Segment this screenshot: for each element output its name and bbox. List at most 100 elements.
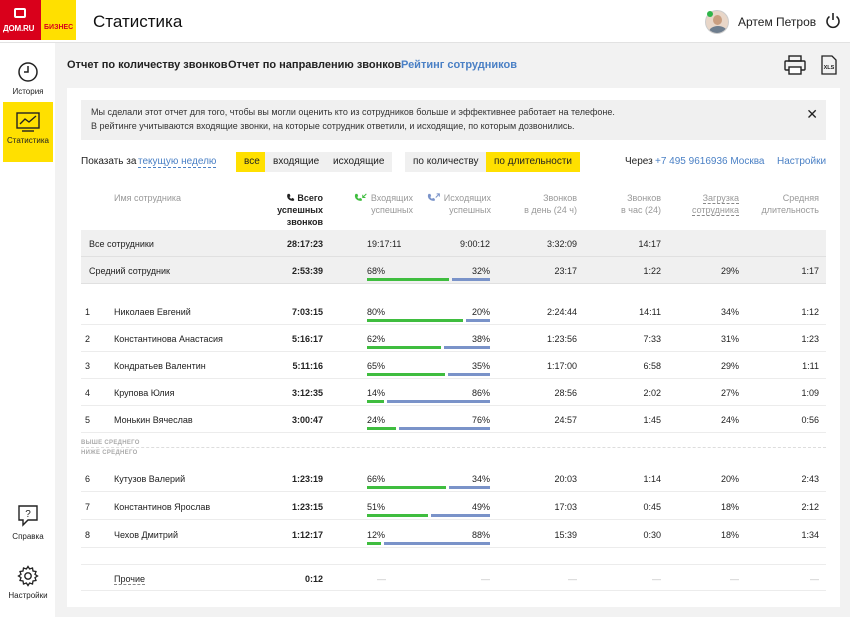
settings-link[interactable]: Настройки [777,156,826,167]
outgoing-bar [387,400,490,403]
header-load[interactable]: Загрузка сотрудника [671,192,739,216]
outgoing-bar [448,373,490,376]
avg-duration: 1:17 [801,266,819,276]
load-percent: 20% [720,474,739,484]
filter-bar: Показать за текущую неделю все входящие … [81,152,826,172]
header-outgoing[interactable]: Исходящих успешных [419,192,491,216]
incoming-bar [367,427,396,430]
printer-icon[interactable] [784,55,806,75]
avg-duration: 1:09 [801,388,819,398]
header-avg[interactable]: Средняя длительность [745,192,820,216]
tab-calls-direction[interactable]: Отчет по направлению звонков [228,59,401,71]
header-per-day[interactable]: Звонков в день (24 ч) [501,192,577,216]
outgoing-percent: 34% [471,474,490,484]
filter-all-button[interactable]: все [236,152,268,172]
table-row[interactable]: 5 Монькин Вячеслав 3:00:47 24% 76% 24:57 1:45 2… [81,406,826,433]
employee-name[interactable]: Кутузов Валерий [114,474,185,484]
summary-row-all[interactable]: Все сотрудники 28:17:23 19:17:11 9:00:12 3:3… [81,230,826,257]
total-duration: 1:12:17 [291,530,323,540]
header-per-day-line1: Звонков [543,193,577,203]
filter-outgoing-button[interactable]: исходящие [325,152,393,172]
summary-row-average[interactable]: Средний сотрудник 2:53:39 68% 32% 23:17 1:22 2… [81,257,826,284]
calls-per-day: 24:57 [554,415,577,425]
calls-per-day: 3:32:09 [546,239,577,249]
summary-name: Средний сотрудник [89,266,170,276]
other-link[interactable]: Прочие [114,574,146,585]
phone-icon [286,193,294,201]
rank: 1 [85,307,91,317]
close-icon[interactable]: ✕ [806,107,818,121]
filter-incoming-button[interactable]: входящие [265,152,328,172]
sidebar-item-statistics[interactable]: Статистика [3,102,53,162]
outgoing-duration: 9:00:12 [459,239,490,249]
company-logo[interactable]: ДОМ.RU БИЗНЕС [0,0,76,40]
outgoing-percent: 32% [471,266,490,276]
avatar-head [713,15,722,25]
calls-per-hour: 0:30 [643,530,661,540]
load-percent: 24% [720,415,739,425]
phone-number-link[interactable]: +7 495 9616936 Москва [655,156,765,167]
header-per-hour[interactable]: Звонков в час (24) [591,192,661,216]
table-row[interactable]: 6 Кутузов Валерий 1:23:19 66% 34% 20:03 1:14 20… [81,465,826,492]
incoming-bar [367,319,463,322]
header-per-hour-line2: в час (24) [621,205,661,215]
employee-name[interactable]: Константинов Ярослав [114,502,210,512]
info-notice: Мы сделали этот отчет для того, чтобы вы… [81,100,826,140]
user-name[interactable]: Артем Петров [738,15,816,29]
total-duration: 5:11:16 [292,361,323,371]
incoming-percent: 12% [367,530,386,540]
employee-name[interactable]: Монькин Вячеслав [114,415,193,425]
avg-duration: 1:12 [801,307,819,317]
tab-employee-rating[interactable]: Рейтинг сотрудников [401,59,517,71]
clock-icon [18,62,38,82]
direction-bar [367,400,490,403]
logo-subtitle: БИЗНЕС [44,24,74,31]
below-average-label: НИЖЕ СРЕДНЕГО [81,450,138,456]
xls-export-icon[interactable]: XLS [821,55,837,75]
table-row[interactable]: 7 Константинов Ярослав 1:23:15 51% 49% 17:03 0… [81,493,826,520]
employee-name[interactable]: Константинова Анастасия [114,334,223,344]
calls-per-day: 28:56 [554,388,577,398]
header-total[interactable]: Всего успешных звонков [241,192,323,228]
sort-by-duration-button[interactable]: по длительности [486,152,581,172]
header-load-line1: Загрузка [702,193,739,204]
load-percent: 29% [720,361,739,371]
incoming-bar [367,486,446,489]
calls-per-hour: 7:33 [643,334,661,344]
table-row[interactable]: 2 Константинова Анастасия 5:16:17 62% 38% 1:2… [81,325,826,352]
table-row[interactable]: 8 Чехов Дмитрий 1:12:17 12% 88% 15:39 0:30 18% 1… [81,521,826,548]
employee-name[interactable]: Крупова Юлия [114,388,175,398]
total-duration: 0:12 [304,574,323,584]
outgoing-bar [384,542,490,545]
outgoing-percent: 88% [471,530,490,540]
employee-name[interactable]: Кондратьев Валентин [114,361,206,371]
total-duration: 3:00:47 [291,415,323,425]
header-incoming[interactable]: Входящих успешных [343,192,413,216]
load-percent: 34% [720,307,739,317]
incoming-percent: 14% [367,388,386,398]
sidebar-item-settings[interactable]: Настройки [3,555,53,615]
table-row[interactable]: 1 Николаев Евгений 7:03:15 80% 20% 2:24:44 14:… [81,298,826,325]
header-name[interactable]: Имя сотрудника [114,192,181,204]
top-bar: ДОМ.RU БИЗНЕС Статистика Артем Петров [0,0,850,43]
header-avg-line2: длительность [761,205,820,215]
avg-duration: 1:23 [801,334,819,344]
table-row[interactable]: 3 Кондратьев Валентин 5:11:16 65% 35% 1:17:00… [81,352,826,379]
period-selector[interactable]: текущую неделю [138,156,217,168]
avg-duration: 2:43 [801,474,819,484]
table-row-other[interactable]: Прочие 0:12 — — — — — — [81,564,826,591]
table-row[interactable]: 4 Крупова Юлия 3:12:35 14% 86% 28:56 2:02 27% 1:… [81,379,826,406]
calls-per-day: 20:03 [554,474,577,484]
calls-per-hour: 14:11 [639,307,661,317]
tab-calls-count[interactable]: Отчет по количеству звонков [67,59,228,71]
outgoing-percent: 20% [471,307,490,317]
employee-name[interactable]: Чехов Дмитрий [114,530,178,540]
header-per-day-line2: в день (24 ч) [524,205,577,215]
svg-text:?: ? [25,509,31,520]
sidebar-item-help[interactable]: ? Справка [3,494,53,554]
report-tabs: Отчет по количеству звонков Отчет по нап… [55,43,850,85]
power-icon[interactable] [825,12,841,30]
calls-per-day: 17:03 [554,502,577,512]
employee-name[interactable]: Николаев Евгений [114,307,191,317]
sort-by-count-button[interactable]: по количеству [405,152,487,172]
